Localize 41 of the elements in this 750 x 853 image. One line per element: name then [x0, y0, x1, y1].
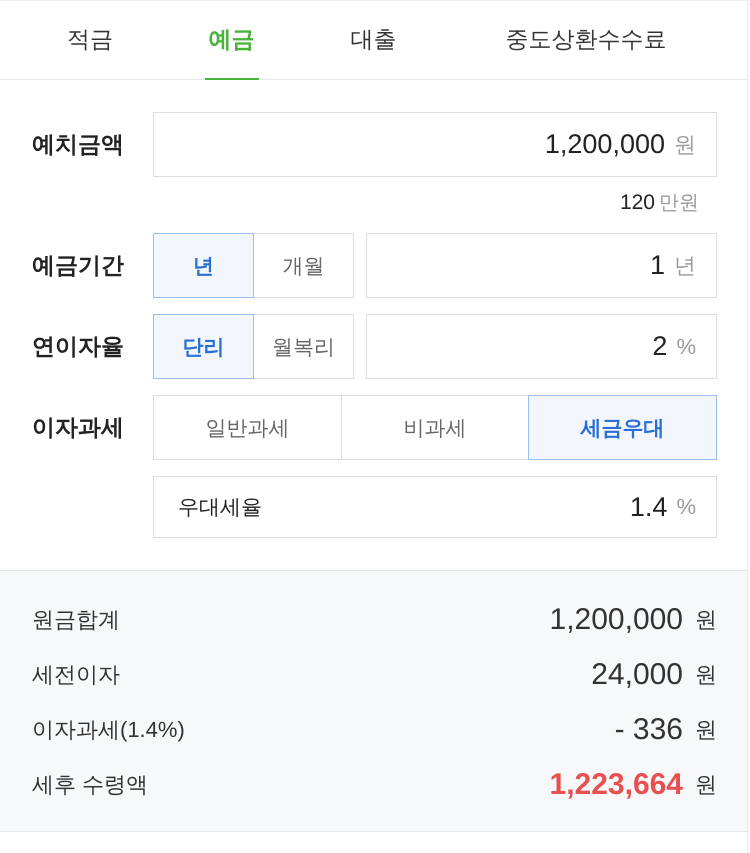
option-button[interactable]: 단리 — [153, 314, 254, 379]
option-button[interactable]: 개월 — [253, 233, 354, 298]
result-value: 1,223,664 — [550, 768, 683, 802]
unit-label: 원 — [674, 130, 696, 158]
field-label: 연이자율 — [32, 332, 125, 361]
period-value: 1 — [650, 250, 665, 281]
rate-input[interactable]: 2 % — [366, 314, 717, 379]
result-label: 세후 수령액 — [32, 770, 148, 798]
amount-value: 1,200,000 — [544, 129, 665, 160]
amount-hint-value: 120 — [620, 190, 655, 216]
tab[interactable]: 대출 — [346, 1, 400, 80]
unit-label: 원 — [695, 770, 717, 798]
option-button[interactable]: 월복리 — [253, 314, 354, 379]
option-button[interactable]: 년 — [153, 233, 254, 298]
option-button[interactable]: 비과세 — [340, 395, 530, 460]
field-label: 예치금액 — [32, 130, 125, 159]
option-button[interactable]: 세금우대 — [528, 395, 718, 460]
tab[interactable]: 중도상환수수료 — [502, 1, 671, 80]
amount-input[interactable]: 1,200,000 원 — [153, 112, 717, 177]
result-value: - 336 — [614, 712, 683, 746]
result-label: 세전이자 — [32, 660, 120, 688]
rate-value: 2 — [652, 331, 668, 362]
tab[interactable]: 적금 — [62, 1, 117, 80]
unit-label: 년 — [674, 252, 696, 280]
period-input[interactable]: 1 년 — [366, 233, 717, 298]
result-value: 24,000 — [591, 658, 683, 692]
unit-label: % — [676, 334, 696, 360]
unit-label: 원 — [695, 660, 717, 688]
field-label: 예금기간 — [32, 251, 125, 280]
result-value: 1,200,000 — [550, 602, 683, 636]
unit-label: 원 — [695, 716, 717, 744]
unit-label: 원 — [695, 606, 717, 634]
field-label: 우대세율 — [178, 495, 262, 521]
option-button[interactable]: 일반과세 — [153, 395, 342, 460]
unit-label: % — [676, 494, 696, 520]
unit-label: 만원 — [659, 191, 699, 216]
result-label: 이자과세(1.4%) — [32, 716, 185, 744]
rate-value: 1.4 — [630, 492, 668, 522]
preferential-rate-input[interactable]: 우대세율 1.4 % — [153, 476, 717, 538]
result-label: 원금합계 — [32, 606, 120, 634]
field-label: 이자과세 — [32, 413, 125, 442]
